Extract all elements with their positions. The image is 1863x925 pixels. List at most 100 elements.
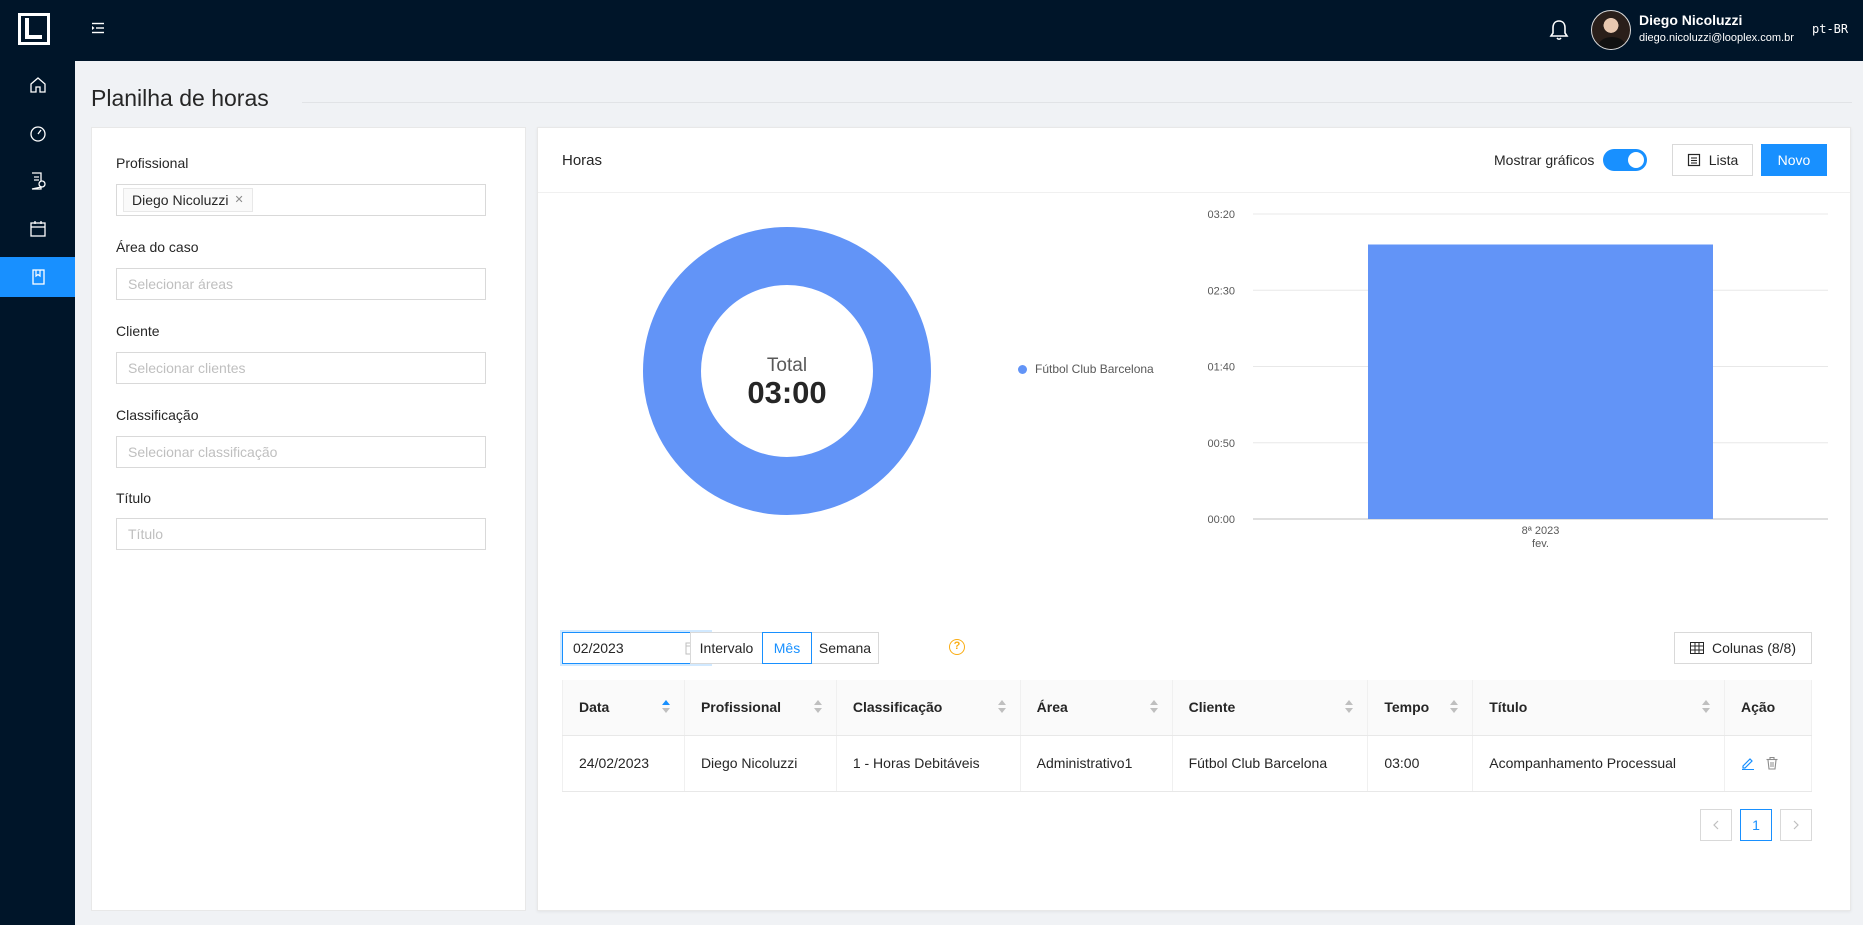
- sort-icon[interactable]: [1345, 700, 1354, 714]
- filter-panel: Profissional Diego Nicoluzzi ✕ Área do c…: [91, 127, 526, 911]
- show-charts-toggle[interactable]: [1603, 149, 1647, 171]
- column-header-area-label: Área: [1036, 699, 1068, 716]
- column-header-time[interactable]: Tempo: [1367, 680, 1474, 736]
- next-page-button[interactable]: [1780, 809, 1812, 841]
- page-title: Planilha de horas: [91, 85, 269, 111]
- sort-icon[interactable]: [1701, 700, 1710, 714]
- user-name[interactable]: Diego Nicoluzzi: [1639, 12, 1742, 28]
- avatar[interactable]: [1591, 10, 1631, 50]
- column-header-title-label: Título: [1489, 699, 1528, 716]
- cell-time: 03:00: [1367, 735, 1474, 792]
- column-header-date[interactable]: Data: [562, 680, 685, 736]
- chevron-right-icon: [1793, 820, 1799, 830]
- top-bar: Diego Nicoluzzi diego.nicoluzzi@looplex.…: [0, 0, 1863, 61]
- language-selector[interactable]: pt-BR: [1812, 22, 1848, 36]
- card-header: Horas Mostrar gráficos Lista Novo: [538, 128, 1850, 193]
- x-tick-sublabel: fev.: [1532, 538, 1549, 548]
- show-charts-label: Mostrar gráficos: [1494, 152, 1595, 168]
- cell-title: Acompanhamento Processual: [1472, 735, 1725, 792]
- cell-area: Administrativo1: [1020, 735, 1173, 792]
- professional-label: Profissional: [116, 155, 189, 171]
- sort-icon[interactable]: [1450, 700, 1459, 714]
- cell-client: Fútbol Club Barcelona: [1172, 735, 1369, 792]
- help-icon[interactable]: ?: [949, 639, 965, 655]
- column-header-client-label: Cliente: [1188, 699, 1236, 716]
- table-row[interactable]: 24/02/2023 Diego Nicoluzzi 1 - Horas Deb…: [562, 735, 1813, 792]
- professional-tag[interactable]: Diego Nicoluzzi ✕: [123, 188, 253, 212]
- sort-icon[interactable]: [997, 700, 1006, 714]
- sort-icon[interactable]: [661, 700, 670, 714]
- list-icon: [1687, 153, 1700, 167]
- columns-button-label: Colunas (8/8): [1711, 640, 1797, 656]
- document-settings-icon: [31, 172, 46, 190]
- notification-bell-icon[interactable]: [1549, 19, 1569, 41]
- bar[interactable]: [1368, 244, 1713, 520]
- list-button[interactable]: Lista: [1672, 144, 1753, 176]
- user-email: diego.nicoluzzi@looplex.com.br: [1639, 32, 1794, 44]
- legend-marker: [1018, 364, 1027, 374]
- segment-week[interactable]: Semana: [811, 632, 879, 664]
- app-logo[interactable]: [18, 13, 50, 45]
- sidebar-item-dashboard[interactable]: [0, 113, 75, 153]
- sidebar: [0, 61, 75, 925]
- column-header-professional-label: Profissional: [700, 699, 782, 716]
- calendar-icon: [29, 221, 46, 237]
- column-header-title[interactable]: Título: [1472, 680, 1725, 736]
- segment-month[interactable]: Mês: [762, 632, 812, 664]
- donut-chart: Total 03:00: [643, 227, 931, 515]
- y-tick-label: 00:00: [1207, 514, 1235, 526]
- chart-legend[interactable]: Fútbol Club Barcelona: [1018, 362, 1154, 376]
- prev-page-button[interactable]: [1700, 809, 1732, 841]
- page-1-button[interactable]: 1: [1740, 809, 1772, 841]
- classification-select[interactable]: Selecionar classificação: [116, 436, 486, 468]
- menu-fold-icon[interactable]: [90, 20, 106, 36]
- hours-card: Horas Mostrar gráficos Lista Novo Total …: [537, 127, 1851, 911]
- sidebar-item-home[interactable]: [0, 65, 75, 105]
- sort-icon[interactable]: [813, 700, 822, 714]
- cell-date: 24/02/2023: [562, 735, 685, 792]
- dashboard-icon: [29, 126, 46, 142]
- new-button[interactable]: Novo: [1761, 144, 1827, 176]
- title-input[interactable]: Título: [116, 518, 486, 550]
- columns-button[interactable]: Colunas (8/8): [1674, 632, 1812, 664]
- y-tick-label: 00:50: [1207, 438, 1235, 450]
- client-label: Cliente: [116, 323, 160, 339]
- column-header-professional[interactable]: Profissional: [684, 680, 837, 736]
- professional-tag-label: Diego Nicoluzzi: [132, 192, 229, 208]
- edit-icon[interactable]: [1741, 756, 1755, 770]
- card-title: Horas: [562, 152, 603, 169]
- delete-icon[interactable]: [1765, 756, 1779, 770]
- cell-actions: [1724, 735, 1813, 792]
- title-label: Título: [116, 490, 152, 506]
- column-header-date-label: Data: [579, 699, 610, 716]
- column-header-client[interactable]: Cliente: [1172, 680, 1369, 736]
- column-header-area[interactable]: Área: [1020, 680, 1173, 736]
- table-icon: [1689, 642, 1704, 654]
- month-picker-value: 02/2023: [573, 640, 624, 656]
- sort-icon[interactable]: [1149, 700, 1158, 714]
- cell-professional: Diego Nicoluzzi: [684, 735, 837, 792]
- list-button-label: Lista: [1708, 152, 1739, 168]
- column-header-time-label: Tempo: [1384, 699, 1430, 716]
- client-select[interactable]: Selecionar clientes: [116, 352, 486, 384]
- case-area-select[interactable]: Selecionar áreas: [116, 268, 486, 300]
- close-icon[interactable]: ✕: [234, 189, 243, 211]
- professional-select[interactable]: Diego Nicoluzzi ✕: [116, 184, 486, 216]
- home-icon: [29, 77, 46, 93]
- sidebar-item-timesheet[interactable]: [0, 257, 75, 297]
- donut-center-value: 03:00: [747, 375, 826, 410]
- classification-label: Classificação: [116, 407, 199, 423]
- y-tick-label: 03:20: [1207, 209, 1235, 221]
- sidebar-item-documents[interactable]: [0, 161, 75, 201]
- month-picker[interactable]: 02/2023: [562, 632, 710, 664]
- column-header-classification[interactable]: Classificação: [836, 680, 1021, 736]
- segment-interval[interactable]: Intervalo: [690, 632, 763, 664]
- case-area-label: Área do caso: [116, 239, 199, 255]
- y-tick-label: 02:30: [1207, 285, 1235, 297]
- column-header-action: Ação: [1724, 680, 1813, 736]
- y-tick-label: 01:40: [1207, 362, 1235, 374]
- donut-center-label: Total: [767, 355, 807, 376]
- cell-classification: 1 - Horas Debitáveis: [836, 735, 1021, 792]
- x-tick-label: 8ª 2023: [1522, 525, 1560, 537]
- sidebar-item-calendar[interactable]: [0, 209, 75, 249]
